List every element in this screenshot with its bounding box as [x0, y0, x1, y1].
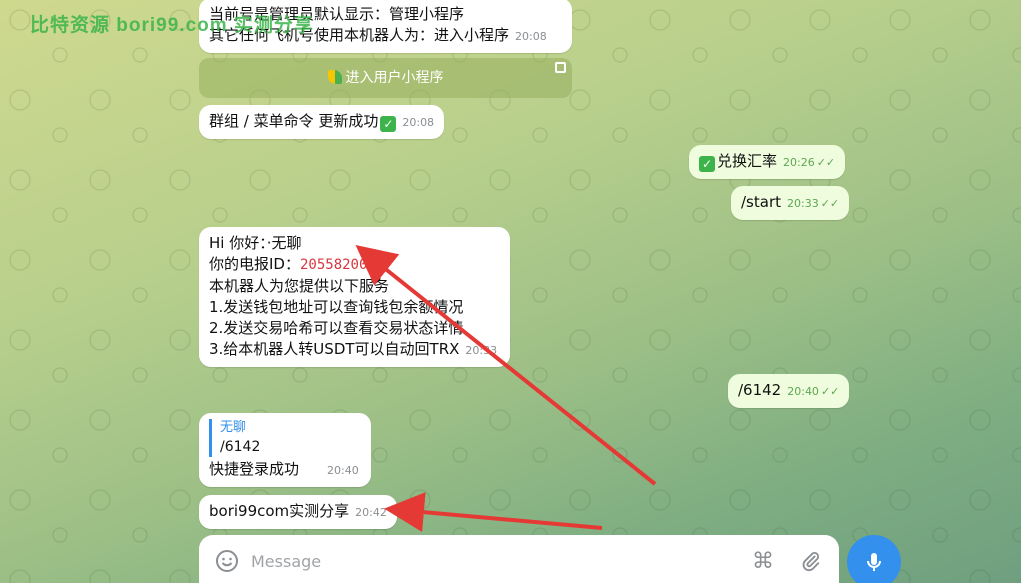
read-check-icon: ✓✓	[820, 385, 840, 398]
read-check-icon: ✓✓	[816, 156, 836, 169]
inline-button-label: 进入用户小程序	[345, 70, 444, 86]
open-app-icon	[555, 62, 566, 73]
quote-text: /6142	[220, 439, 261, 455]
message-time: 20:08	[402, 116, 435, 129]
message-text: 2.发送交易哈希可以查看交易状态详情	[209, 319, 464, 337]
mic-button[interactable]	[847, 535, 901, 583]
message-bubble: 无聊 /6142 快捷登录成功 20:40	[199, 413, 371, 487]
check-mark-icon: ✓	[380, 116, 397, 132]
message-text: 兑换汇率	[717, 152, 778, 170]
message-time: 20:40	[787, 385, 819, 398]
message-line: 你的电报ID：2055820092	[209, 254, 500, 276]
message-time: 20:33	[465, 344, 498, 357]
message-text: 群组 / 菜单命令 更新成功	[209, 112, 379, 130]
outgoing-message-bubble: /6142 20:40 ✓✓	[728, 374, 850, 408]
outgoing-message-bubble: ✓ 兑换汇率 20:26 ✓✓	[689, 145, 846, 179]
message-time: 20:40	[327, 464, 359, 477]
message-text: Hi 你好：·无聊	[209, 234, 302, 252]
attach-icon[interactable]	[797, 547, 825, 575]
message-line: 3.给本机器人转USDT可以自动回TRX 20:33	[209, 339, 500, 361]
message-time: 20:08	[515, 30, 547, 43]
message-bubble: bori99com实测分享 20:42	[199, 495, 397, 529]
message-text: /start	[741, 193, 781, 211]
mic-icon	[867, 553, 881, 571]
message-bubble: Hi 你好：·无聊 你的电报ID：2055820092 本机器人为您提供以下服务…	[199, 227, 510, 367]
reply-quote[interactable]: 无聊 /6142	[209, 419, 361, 457]
message-input[interactable]	[251, 548, 711, 574]
beginner-badge-icon	[327, 70, 342, 84]
message-bubble: 群组 / 菜单命令 更新成功 ✓ 20:08	[199, 105, 445, 139]
message-time: 20:26	[783, 156, 815, 169]
message-text: 你的电报ID：	[209, 255, 300, 273]
message-line: 快捷登录成功 20:40	[209, 459, 361, 481]
command-icon[interactable]: ⌘	[749, 547, 777, 575]
exchange-icon: ✓	[699, 156, 715, 172]
message-text: 3.给本机器人转USDT可以自动回TRX	[209, 340, 460, 358]
telegram-id[interactable]: 2055820092	[300, 257, 384, 273]
message-time: 20:33	[787, 197, 819, 210]
read-check-icon: ✓✓	[820, 197, 840, 210]
message-text: bori99com实测分享	[209, 502, 350, 520]
message-text: 1.发送钱包地址可以查询钱包余额情况	[209, 298, 464, 316]
outgoing-message-bubble: /start 20:33 ✓✓	[731, 186, 850, 220]
message-text: /6142	[738, 381, 782, 399]
watermark: 比特资源 bori99.com 实测分享	[30, 15, 314, 36]
message-composer: ⌘	[199, 535, 839, 583]
message-text: 本机器人为您提供以下服务	[209, 277, 390, 295]
arrow-to-share	[384, 492, 603, 533]
quote-author: 无聊	[220, 420, 247, 435]
enter-mini-app-button[interactable]: 进入用户小程序	[199, 58, 572, 98]
message-text: 快捷登录成功	[209, 460, 300, 478]
emoji-icon[interactable]	[213, 547, 241, 575]
message-time: 20:42	[355, 506, 387, 519]
